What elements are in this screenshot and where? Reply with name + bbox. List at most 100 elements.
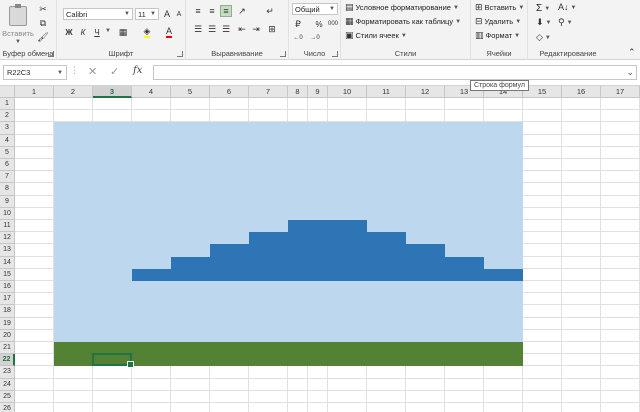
selected-cell[interactable] [92, 353, 134, 369]
row-header[interactable]: 1 [0, 98, 15, 111]
dialog-launcher-icon[interactable] [48, 51, 54, 57]
row-header[interactable]: 12 [0, 232, 15, 245]
align-top-button[interactable]: ≡ [192, 5, 204, 17]
column-header[interactable]: 9 [308, 86, 328, 98]
align-middle-button[interactable]: ≡ [206, 5, 218, 17]
column-header[interactable]: 16 [562, 86, 601, 98]
wrap-text-button[interactable]: ↵ [264, 5, 276, 17]
column-header[interactable]: 17 [601, 86, 640, 98]
indent-decrease-button[interactable]: ⇤ [236, 23, 248, 35]
number-format-select[interactable]: Общий ▼ [292, 3, 338, 15]
column-header[interactable]: 3 [93, 86, 132, 98]
row-header[interactable]: 13 [0, 244, 15, 257]
row-header[interactable]: 15 [0, 268, 15, 281]
column-header[interactable]: 4 [132, 86, 171, 98]
align-center-button[interactable]: ☰ [206, 23, 218, 35]
gridline [15, 377, 640, 379]
currency-button[interactable]: ₽ [292, 18, 304, 30]
worksheet-grid[interactable]: 1 2 3 4 5 6 7 8 9 10 11 12 13 14 15 16 17 1 2 3 4 5 6 7 8 9 10 11 1… [0, 86, 640, 412]
font-name-select[interactable]: Calibri ▼ [63, 8, 133, 20]
dialog-launcher-icon[interactable] [332, 51, 338, 57]
increase-decimal-button[interactable]: ←0 [292, 32, 304, 44]
row-header[interactable]: 14 [0, 256, 15, 269]
row-header[interactable]: 19 [0, 317, 15, 330]
italic-button[interactable]: К [77, 26, 89, 38]
enter-entry-button[interactable]: ✓ [110, 65, 119, 78]
expand-formula-icon[interactable]: ⌄ [626, 67, 634, 78]
row-header[interactable]: 25 [0, 390, 15, 403]
row-header[interactable]: 22 [0, 354, 15, 367]
column-header[interactable]: 10 [328, 86, 367, 98]
format-painter-button[interactable]: 🖌 [37, 31, 49, 43]
orientation-button[interactable]: ↗ [236, 5, 248, 17]
format-as-table-button[interactable]: ▦ Форматировать как таблицу ▼ [345, 17, 461, 27]
decrease-decimal-button[interactable]: →0 [309, 32, 321, 44]
copy-button[interactable]: ⧉ [37, 17, 49, 29]
row-header[interactable]: 17 [0, 293, 15, 306]
indent-increase-button[interactable]: ⇥ [250, 23, 262, 35]
delete-cells-button[interactable]: ⊟ Удалить ▼ [475, 17, 521, 27]
font-color-button[interactable]: A [163, 26, 175, 38]
paste-button[interactable]: Вставить ▼ [2, 2, 34, 46]
row-header[interactable]: 5 [0, 146, 15, 159]
clear-button[interactable]: ◇ ▼ [536, 33, 551, 42]
thousands-button[interactable]: 000 [327, 18, 339, 30]
autosum-button[interactable]: Σ ▼ [536, 3, 550, 14]
cut-button[interactable]: ✂ [37, 3, 49, 15]
name-box[interactable]: R22C3 ▼ [3, 65, 67, 80]
row-header[interactable]: 21 [0, 342, 15, 355]
dialog-launcher-icon[interactable] [177, 51, 183, 57]
insert-function-button[interactable]: fx [133, 65, 142, 76]
formula-input[interactable]: ⌄ [153, 65, 637, 80]
format-cells-button[interactable]: ▥ Формат ▼ [475, 31, 520, 41]
row-header[interactable]: 9 [0, 195, 15, 208]
conditional-formatting-button[interactable]: ▤ Условное форматирование ▼ [345, 3, 459, 13]
sort-filter-button[interactable]: A↓ ▼ [558, 3, 576, 12]
cell-area[interactable] [15, 98, 640, 412]
underline-dropdown[interactable]: ▼ [105, 28, 111, 34]
row-header[interactable]: 8 [0, 183, 15, 196]
row-header[interactable]: 2 [0, 110, 15, 123]
row-header[interactable]: 23 [0, 366, 15, 379]
column-header[interactable]: 11 [367, 86, 406, 98]
column-header[interactable]: 7 [249, 86, 288, 98]
row-header[interactable]: 7 [0, 171, 15, 184]
row-header[interactable]: 16 [0, 281, 15, 294]
dialog-launcher-icon[interactable] [280, 51, 286, 57]
grow-font-button[interactable]: A [161, 8, 173, 20]
merge-center-button[interactable]: ⊞ [266, 23, 278, 35]
column-header[interactable]: 1 [15, 86, 54, 98]
find-select-button[interactable]: ⚲ ▼ [558, 18, 573, 27]
collapse-ribbon-button[interactable]: ⌃ [628, 48, 636, 57]
borders-button[interactable]: ▦ [117, 26, 129, 38]
font-size-select[interactable]: 11 ▼ [135, 8, 159, 20]
select-all-button[interactable] [0, 86, 15, 98]
column-header[interactable]: 12 [406, 86, 445, 98]
row-header[interactable]: 3 [0, 122, 15, 135]
row-header[interactable]: 18 [0, 305, 15, 318]
row-header[interactable]: 26 [0, 403, 15, 412]
row-header[interactable]: 10 [0, 207, 15, 220]
align-left-button[interactable]: ☰ [192, 23, 204, 35]
align-right-button[interactable]: ☰ [220, 23, 232, 35]
percent-button[interactable]: % [313, 18, 325, 30]
column-header[interactable]: 5 [171, 86, 210, 98]
chevron-down-icon: ▼ [566, 19, 573, 26]
row-header[interactable]: 24 [0, 378, 15, 391]
cancel-entry-button[interactable]: ✕ [88, 65, 97, 78]
row-header[interactable]: 20 [0, 329, 15, 342]
align-bottom-button[interactable]: ≡ [220, 5, 232, 17]
insert-cells-button[interactable]: ⊞ Вставить ▼ [475, 3, 524, 13]
cell-styles-button[interactable]: ▣ Стили ячеек ▼ [345, 31, 407, 41]
row-header[interactable]: 11 [0, 220, 15, 233]
fill-button[interactable]: ⬇ ▼ [536, 18, 552, 27]
row-header[interactable]: 4 [0, 134, 15, 147]
column-header[interactable]: 2 [54, 86, 93, 98]
fill-color-button[interactable]: ◈ [141, 26, 153, 38]
column-header[interactable]: 6 [210, 86, 249, 98]
underline-button[interactable]: Ч [91, 26, 103, 38]
row-header[interactable]: 6 [0, 159, 15, 172]
bold-button[interactable]: Ж [63, 26, 75, 38]
column-header[interactable]: 8 [288, 86, 308, 98]
shrink-font-button[interactable]: A [173, 8, 185, 20]
